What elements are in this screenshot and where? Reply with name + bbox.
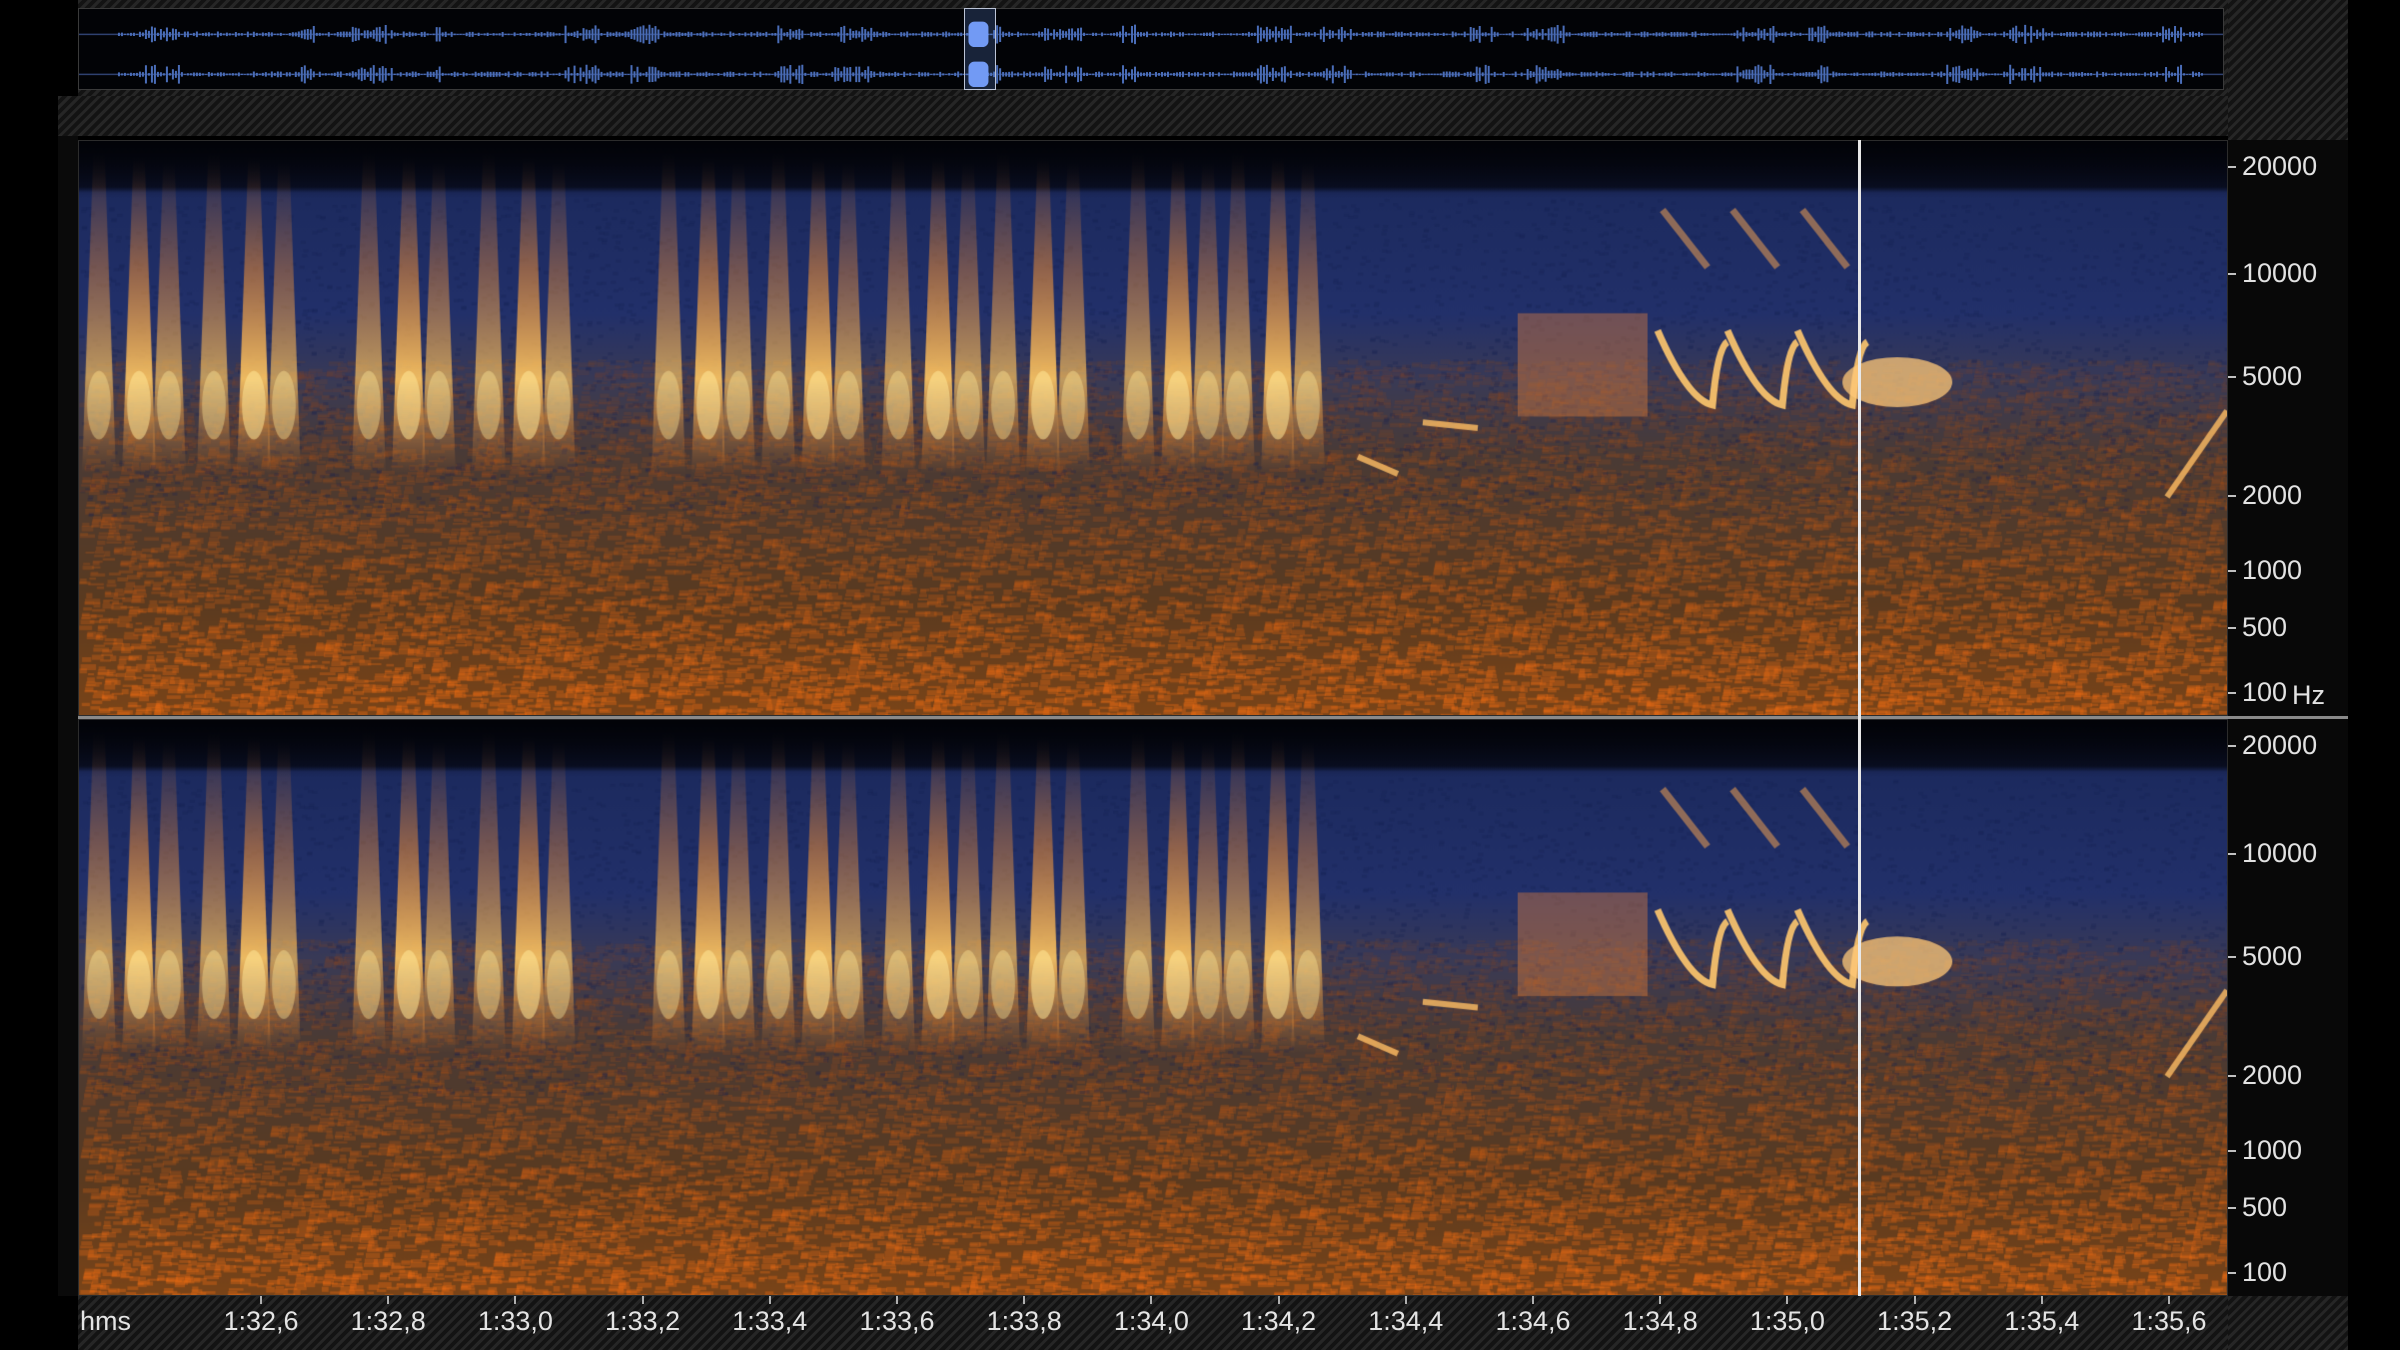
frequency-axis-channel-2: 20000 10000 5000 2000 1000 500 100 (2228, 719, 2348, 1296)
left-margin (58, 136, 78, 1296)
toolbar-separator (58, 96, 2228, 136)
time-tick (768, 1296, 771, 1304)
time-tick (2168, 1296, 2170, 1304)
time-label: 1:34,6 (1495, 1306, 1571, 1336)
time-label: 1:33,8 (986, 1306, 1062, 1336)
time-label: 1:35,6 (2131, 1306, 2207, 1336)
time-label: 1:34,0 (1113, 1306, 1189, 1336)
time-tick (1913, 1296, 1916, 1304)
channel-divider[interactable] (78, 716, 2348, 719)
playhead-cursor[interactable] (1858, 140, 1861, 1296)
time-tick (1277, 1296, 1280, 1304)
time-tick (260, 1296, 262, 1304)
time-label: 1:33,2 (605, 1306, 681, 1336)
time-tick (641, 1296, 644, 1304)
overview-selection-handle[interactable] (964, 8, 996, 90)
time-label: 1:35,2 (1877, 1306, 1953, 1336)
time-tick (387, 1296, 390, 1304)
overview-waveform[interactable] (78, 8, 2224, 90)
time-tick (896, 1296, 898, 1304)
time-tick (1659, 1296, 1662, 1304)
overview-waveform-graphic (79, 21, 2223, 88)
spectrogram-channel-2[interactable] (78, 719, 2228, 1296)
time-tick (2040, 1296, 2043, 1304)
time-tick (1532, 1296, 1534, 1304)
time-label: 1:34,4 (1368, 1306, 1444, 1336)
time-label: 1:33,0 (477, 1306, 553, 1336)
time-tick (1404, 1296, 1407, 1304)
time-label: 1:35,0 (1749, 1306, 1825, 1336)
time-label: 1:34,8 (1622, 1306, 1698, 1336)
time-label: 1:33,4 (732, 1306, 808, 1336)
spectrogram-canvas-1 (79, 141, 2227, 715)
frequency-axis-channel-1: 20000 10000 5000 2000 1000 500 100 (2228, 140, 2348, 716)
time-tick (1786, 1296, 1789, 1304)
overview-strip (78, 0, 2228, 96)
spectrogram-channel-1[interactable] (78, 140, 2228, 716)
time-unit-label: hms (80, 1306, 132, 1336)
time-label: 1:32,6 (223, 1306, 299, 1336)
time-tick (1150, 1296, 1153, 1304)
time-label: 1:33,6 (859, 1306, 935, 1336)
time-label: 1:34,2 (1241, 1306, 1317, 1336)
time-label: 1:32,8 (350, 1306, 426, 1336)
time-label: 1:35,4 (2004, 1306, 2080, 1336)
time-ruler[interactable]: hms 1:32,6 1:32,8 1:33,0 1:33,2 1:33,4 1:33,6… (78, 1296, 2228, 1350)
frequency-unit-label: Hz (2292, 680, 2325, 710)
spectrogram-canvas-2 (79, 720, 2227, 1295)
time-tick (514, 1296, 517, 1304)
time-tick (1023, 1296, 1026, 1304)
